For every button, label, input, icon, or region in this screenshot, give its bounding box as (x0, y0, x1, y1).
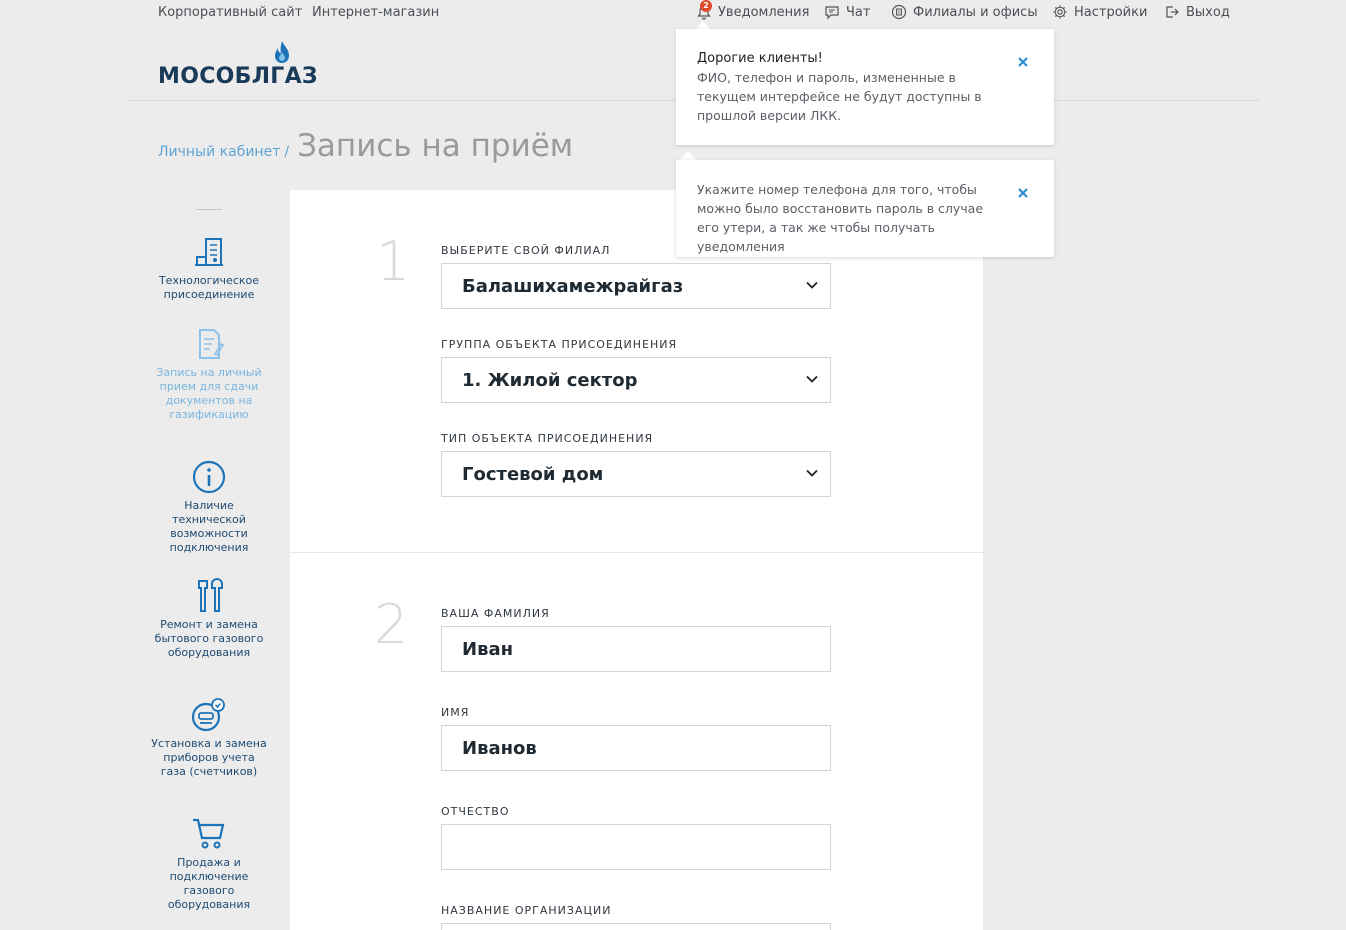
logout-icon (1166, 6, 1179, 18)
group-select-value: 1. Жилой сектор (462, 369, 638, 391)
sidebar-item-label: Запись на личный прием для сдачи докумен… (156, 366, 262, 421)
sidebar-item-sales[interactable]: Продажа и подключение газового оборудова… (150, 816, 268, 912)
notification-count-badge: 2 (700, 0, 712, 12)
chevron-down-icon (806, 281, 818, 289)
building-icon (195, 238, 223, 266)
appointment-form: 1 ВЫБЕРИТЕ СВОЙ ФИЛИАЛ Балашихамежрайгаз… (290, 190, 983, 930)
popup-text: ФИО, телефон и пароль, измененные в теку… (697, 70, 982, 123)
type-select[interactable]: Гостевой дом (441, 451, 831, 497)
logout-label: Выход (1186, 4, 1230, 20)
popup-title: Дорогие клиенты! (697, 51, 823, 66)
page-title: Запись на приём (297, 128, 574, 164)
notifications-button[interactable]: 2 Уведомления (696, 0, 810, 20)
logout-button[interactable]: Выход (1164, 4, 1230, 20)
surname-input[interactable]: Иван (441, 626, 831, 672)
sidebar-item-meters[interactable]: Установка и замена приборов учета газа (… (150, 697, 268, 779)
type-select-value: Гостевой дом (462, 463, 604, 485)
branch-select-value: Балашихамежрайгаз (462, 275, 684, 297)
name-input[interactable]: Иванов (441, 725, 831, 771)
name-input-value: Иванов (462, 737, 537, 759)
close-icon[interactable] (1016, 186, 1030, 200)
sidebar-item-tech-connection[interactable]: Технологическое присоединение (150, 236, 268, 302)
organization-label: НАЗВАНИЕ ОРГАНИЗАЦИИ (441, 904, 612, 917)
surname-input-value: Иван (462, 638, 514, 660)
meter-icon (191, 698, 225, 732)
top-bar: Корпоративный сайт Интернет-магазин 2 Ув… (0, 0, 1346, 30)
branches-button[interactable]: Филиалы и офисы (891, 4, 1038, 20)
group-label: ГРУППА ОБЪЕКТА ПРИСОЕДИНЕНИЯ (441, 338, 678, 351)
gear-icon (1053, 5, 1067, 19)
notifications-label: Уведомления (718, 4, 810, 20)
breadcrumb-account-link[interactable]: Личный кабинет (158, 144, 280, 160)
sidebar: Технологическое присоединение Запись на … (150, 200, 268, 911)
online-store-link[interactable]: Интернет-магазин (312, 5, 439, 20)
breadcrumb: Личный кабинет / Запись на приём (158, 128, 573, 164)
sidebar-item-label: Наличие технической возможности подключе… (169, 499, 249, 554)
group-select[interactable]: 1. Жилой сектор (441, 357, 831, 403)
info-icon (192, 460, 226, 494)
popup-arrow (680, 151, 696, 160)
wrench-icon (198, 578, 223, 612)
branch-select[interactable]: Балашихамежрайгаз (441, 263, 831, 309)
breadcrumb-separator: / (284, 144, 290, 160)
close-icon[interactable] (1016, 55, 1030, 69)
sidebar-item-label: Ремонт и замена бытового газового оборуд… (154, 618, 264, 659)
step-number-2: 2 (374, 593, 409, 656)
chat-label: Чат (846, 4, 871, 20)
name-label: ИМЯ (441, 706, 470, 719)
logo-text: МОСОБЛГАЗ (158, 64, 318, 89)
cart-icon (193, 818, 225, 849)
sidebar-item-label: Продажа и подключение газового оборудова… (167, 856, 251, 911)
corporate-site-link[interactable]: Корпоративный сайт (158, 5, 302, 20)
sidebar-item-label: Технологическое присоединение (158, 274, 260, 301)
patronymic-label: ОТЧЕСТВО (441, 805, 510, 818)
sidebar-divider (196, 209, 222, 210)
section-divider (290, 552, 983, 553)
type-label: ТИП ОБЪЕКТА ПРИСОЕДИНЕНИЯ (441, 432, 654, 445)
step-number-1: 1 (376, 230, 411, 293)
chevron-down-icon (806, 469, 818, 477)
branch-label: ВЫБЕРИТЕ СВОЙ ФИЛИАЛ (441, 244, 611, 257)
patronymic-input[interactable] (441, 824, 831, 870)
chat-icon (825, 6, 839, 20)
settings-button[interactable]: Настройки (1052, 4, 1147, 20)
chat-button[interactable]: Чат (824, 4, 870, 20)
chevron-down-icon (806, 375, 818, 383)
surname-label: ВАША ФАМИЛИЯ (441, 607, 550, 620)
organization-input[interactable] (441, 923, 831, 930)
phone-popup: Укажите номер телефона для того, чтобы м… (676, 160, 1054, 257)
branches-label: Филиалы и офисы (913, 4, 1038, 20)
sidebar-item-appointment[interactable]: Запись на личный прием для сдачи докумен… (150, 326, 268, 422)
document-pen-icon (199, 329, 225, 359)
sidebar-item-repair[interactable]: Ремонт и замена бытового газового оборуд… (150, 578, 268, 660)
notice-popup: Дорогие клиенты! ФИО, телефон и пароль, … (676, 29, 1054, 145)
popup-text: Укажите номер телефона для того, чтобы м… (697, 182, 984, 254)
sidebar-item-tech-capability[interactable]: Наличие технической возможности подключе… (150, 459, 268, 555)
settings-label: Настройки (1074, 4, 1148, 20)
branches-icon (891, 4, 907, 20)
sidebar-item-label: Установка и замена приборов учета газа (… (151, 737, 267, 778)
